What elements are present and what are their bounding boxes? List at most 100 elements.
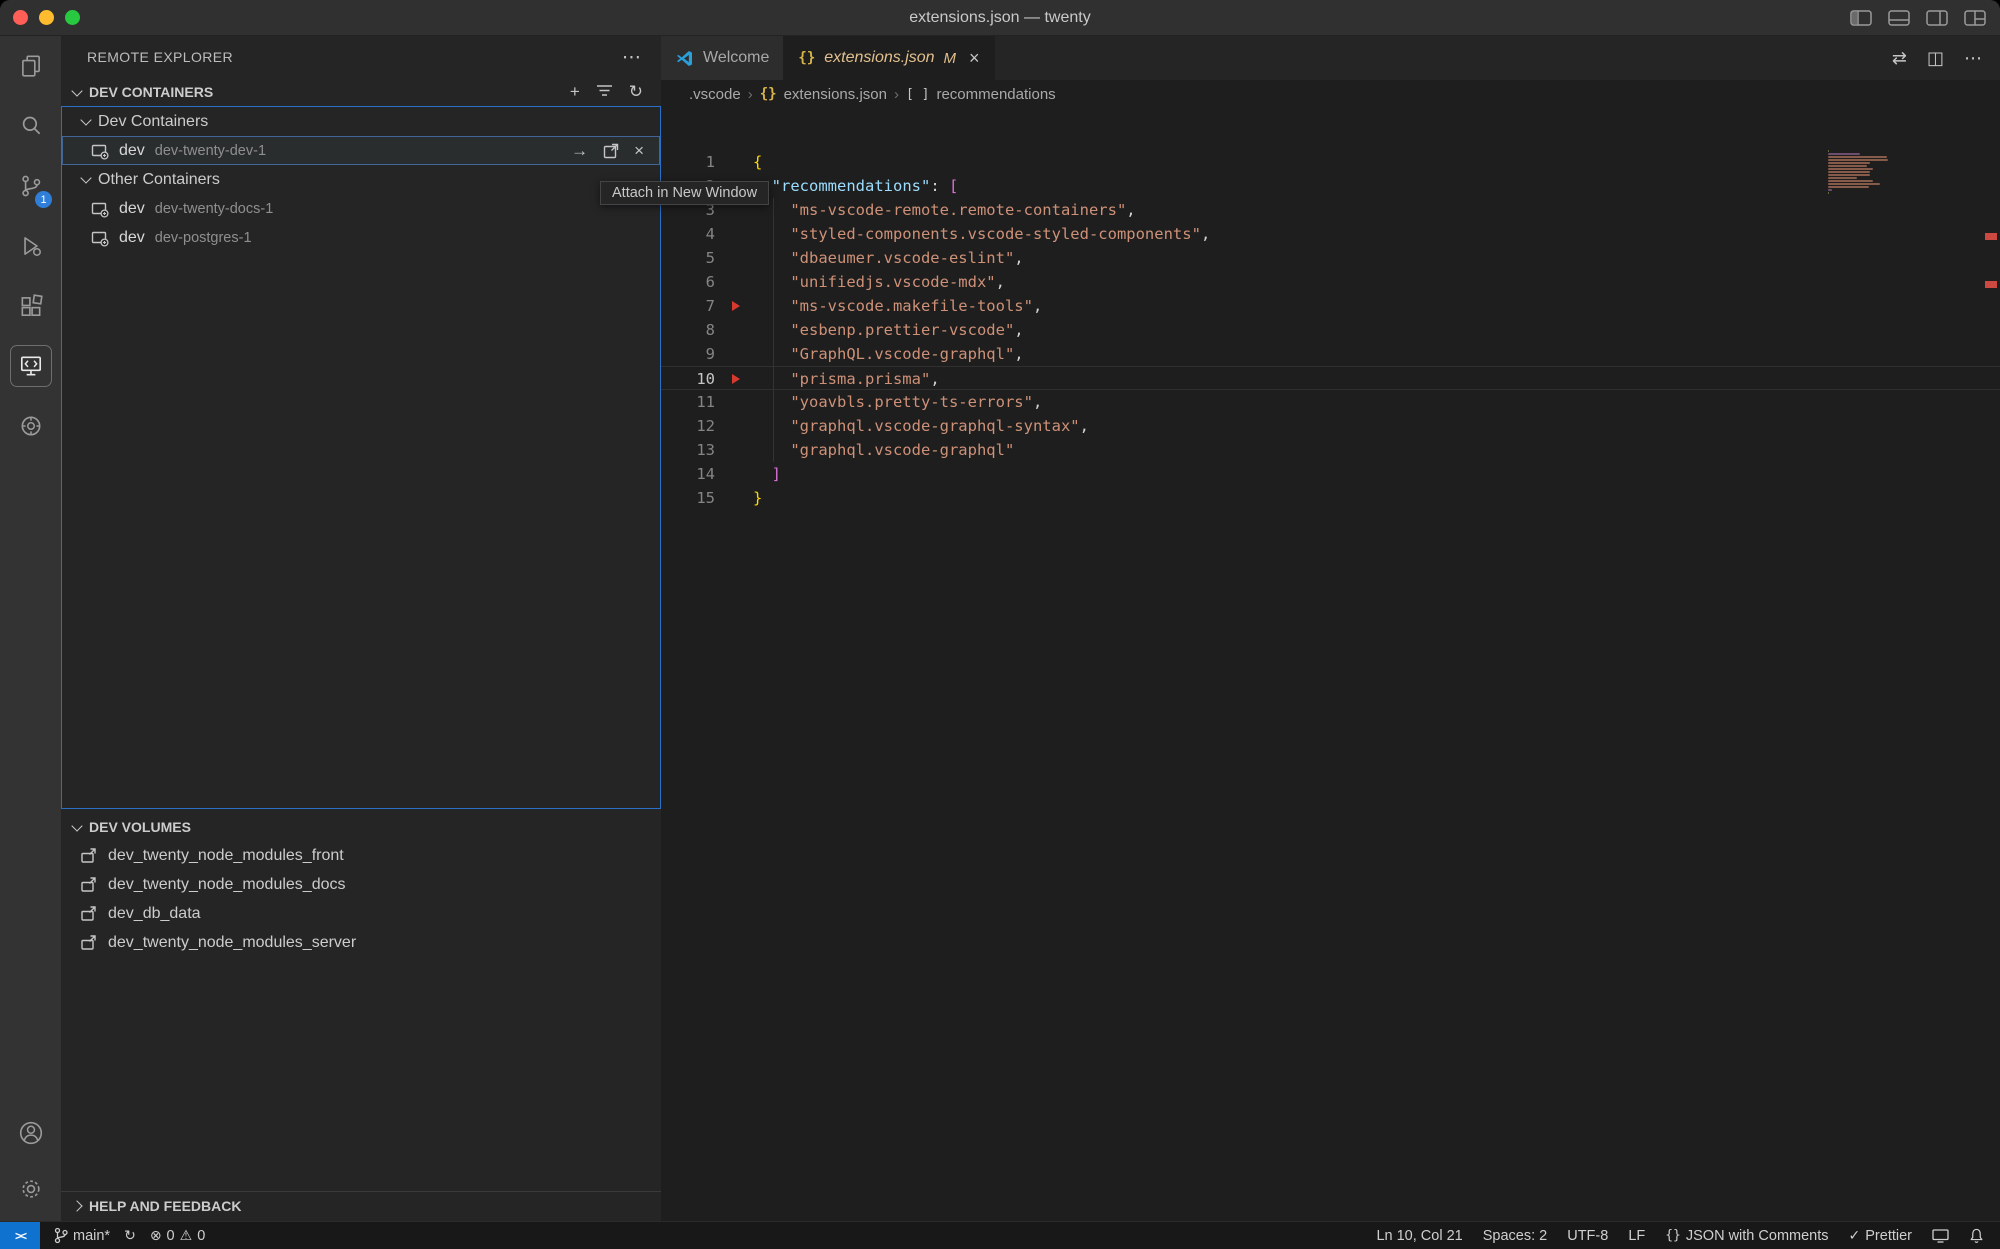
toggle-panel-icon[interactable] [1888, 10, 1910, 26]
code-text: "recommendations": [ [753, 174, 958, 198]
tab-extensions-json[interactable]: {} extensions.json M × [784, 36, 994, 80]
line-number: 14 [661, 462, 729, 486]
eol-status[interactable]: LF [1628, 1228, 1645, 1244]
volume-icon [79, 904, 98, 923]
code-text: "esbenp.prettier-vscode", [753, 318, 1024, 342]
gear-icon [18, 1176, 44, 1202]
code-line[interactable]: 9 "GraphQL.vscode-graphql", [661, 342, 2000, 366]
red-marker-icon [732, 374, 740, 384]
screen-cast-status[interactable] [1932, 1229, 1949, 1243]
sync-status[interactable]: ↻ [124, 1227, 136, 1244]
code-line[interactable]: 13 "graphql.vscode-graphql" [661, 438, 2000, 462]
code-line[interactable]: 4 "styled-components.vscode-styled-compo… [661, 222, 2000, 246]
code-line[interactable]: 1{ [661, 150, 2000, 174]
stop-container-icon[interactable]: × [634, 141, 644, 161]
code-line[interactable]: 10 "prisma.prisma", [661, 366, 2000, 390]
line-number: 10 [661, 367, 729, 389]
sidebar-item-extensions[interactable] [0, 276, 61, 336]
split-editor-icon[interactable]: ◫ [1927, 48, 1944, 69]
section-help-feedback[interactable]: HELP AND FEEDBACK [61, 1191, 661, 1219]
gutter [729, 318, 753, 342]
indentation-status[interactable]: Spaces: 2 [1483, 1228, 1548, 1244]
code-line[interactable]: 7 "ms-vscode.makefile-tools", [661, 294, 2000, 318]
volume-item[interactable]: dev_twenty_node_modules_docs [61, 870, 661, 899]
code-line[interactable]: 6 "unifiedjs.vscode-mdx", [661, 270, 2000, 294]
container-icon [90, 228, 110, 248]
editor-more-actions-icon[interactable]: ⋯ [1964, 48, 1982, 69]
breadcrumb-symbol[interactable]: recommendations [936, 86, 1055, 103]
settings-button[interactable] [0, 1161, 61, 1217]
code-line[interactable]: 15} [661, 486, 2000, 510]
sidebar-item-container-tools[interactable] [0, 396, 61, 456]
problems-status[interactable]: ⊗ 0 ⚠ 0 [150, 1227, 205, 1244]
add-container-icon[interactable]: + [570, 83, 580, 101]
toggle-primary-sidebar-icon[interactable] [1850, 10, 1872, 26]
attach-current-window-icon[interactable]: → [571, 141, 588, 161]
encoding-status[interactable]: UTF-8 [1567, 1228, 1608, 1244]
code-line[interactable]: 8 "esbenp.prettier-vscode", [661, 318, 2000, 342]
breadcrumb-file[interactable]: extensions.json [784, 86, 887, 103]
code-line[interactable]: 5 "dbaeumer.vscode-eslint", [661, 246, 2000, 270]
chevron-down-icon [80, 172, 91, 183]
breadcrumb: .vscode › {} extensions.json › [ ] recom… [661, 80, 2000, 108]
gutter [729, 294, 753, 318]
sidebar-item-explorer[interactable] [0, 36, 61, 96]
section-dev-containers[interactable]: DEV CONTAINERS + ↻ [61, 78, 661, 106]
close-tab-icon[interactable]: × [969, 48, 980, 69]
cursor-position-status[interactable]: Ln 10, Col 21 [1376, 1228, 1462, 1244]
code-text: "ms-vscode.makefile-tools", [753, 294, 1042, 318]
code-text: "graphql.vscode-graphql" [753, 438, 1014, 462]
notifications-button[interactable] [1969, 1228, 1984, 1244]
accounts-button[interactable] [0, 1105, 61, 1161]
code-line[interactable]: 12 "graphql.vscode-graphql-syntax", [661, 414, 2000, 438]
code-line[interactable]: 2 "recommendations": [ [661, 174, 2000, 198]
sidebar-item-remote-explorer[interactable] [0, 336, 61, 396]
chevron-down-icon [71, 820, 82, 831]
volume-icon [79, 933, 98, 952]
customize-layout-icon[interactable] [1964, 10, 1986, 26]
volume-item[interactable]: dev_twenty_node_modules_server [61, 928, 661, 957]
remote-indicator[interactable]: >< [0, 1222, 40, 1249]
section-dev-volumes[interactable]: DEV VOLUMES [61, 813, 661, 841]
tree-item-dev-twenty-dev-1[interactable]: dev dev-twenty-dev-1 → × [62, 136, 660, 165]
code-text: { [753, 150, 762, 174]
tree-group-other-containers[interactable]: Other Containers [62, 165, 660, 194]
code-line[interactable]: 3 "ms-vscode-remote.remote-containers", [661, 198, 2000, 222]
code-line[interactable]: 11 "yoavbls.pretty-ts-errors", [661, 390, 2000, 414]
sidebar-item-source-control[interactable]: 1 [0, 156, 61, 216]
formatter-status[interactable]: ✓ Prettier [1849, 1227, 1912, 1244]
sidebar-item-search[interactable] [0, 96, 61, 156]
open-changes-icon[interactable]: ⇄ [1892, 48, 1907, 69]
zoom-window-button[interactable] [65, 10, 80, 25]
language-mode-status[interactable]: {} JSON with Comments [1665, 1228, 1828, 1244]
git-branch-status[interactable]: main* [54, 1227, 110, 1244]
line-number: 8 [661, 318, 729, 342]
code-editor[interactable]: 1{2 "recommendations": [3 "ms-vscode-rem… [661, 108, 2000, 1221]
toggle-secondary-sidebar-icon[interactable] [1926, 10, 1948, 26]
close-window-button[interactable] [13, 10, 28, 25]
refresh-icon[interactable]: ↻ [629, 83, 643, 101]
line-number: 12 [661, 414, 729, 438]
minimap[interactable] [1828, 150, 1892, 195]
braces-icon: {} [1665, 1228, 1681, 1243]
breadcrumb-folder[interactable]: .vscode [689, 86, 741, 103]
volume-item[interactable]: dev_twenty_node_modules_front [61, 841, 661, 870]
minimize-window-button[interactable] [39, 10, 54, 25]
volume-item[interactable]: dev_db_data [61, 899, 661, 928]
tab-welcome[interactable]: Welcome [661, 36, 784, 80]
more-actions-icon[interactable]: ⋯ [622, 46, 641, 69]
gutter [729, 270, 753, 294]
attach-new-window-icon[interactable] [602, 142, 620, 160]
tree-group-dev-containers[interactable]: Dev Containers [62, 107, 660, 136]
vscode-window: extensions.json — twenty [0, 0, 2000, 1249]
json-file-icon: {} [798, 50, 815, 66]
filter-icon[interactable] [596, 83, 613, 101]
code-line[interactable]: 14 ] [661, 462, 2000, 486]
branch-icon [54, 1227, 68, 1244]
chevron-down-icon [80, 114, 91, 125]
gutter [729, 150, 753, 174]
line-number: 9 [661, 342, 729, 366]
tree-item-dev-twenty-docs-1[interactable]: dev dev-twenty-docs-1 [62, 194, 660, 223]
sidebar-item-run-debug[interactable] [0, 216, 61, 276]
tree-item-dev-postgres-1[interactable]: dev dev-postgres-1 [62, 223, 660, 252]
